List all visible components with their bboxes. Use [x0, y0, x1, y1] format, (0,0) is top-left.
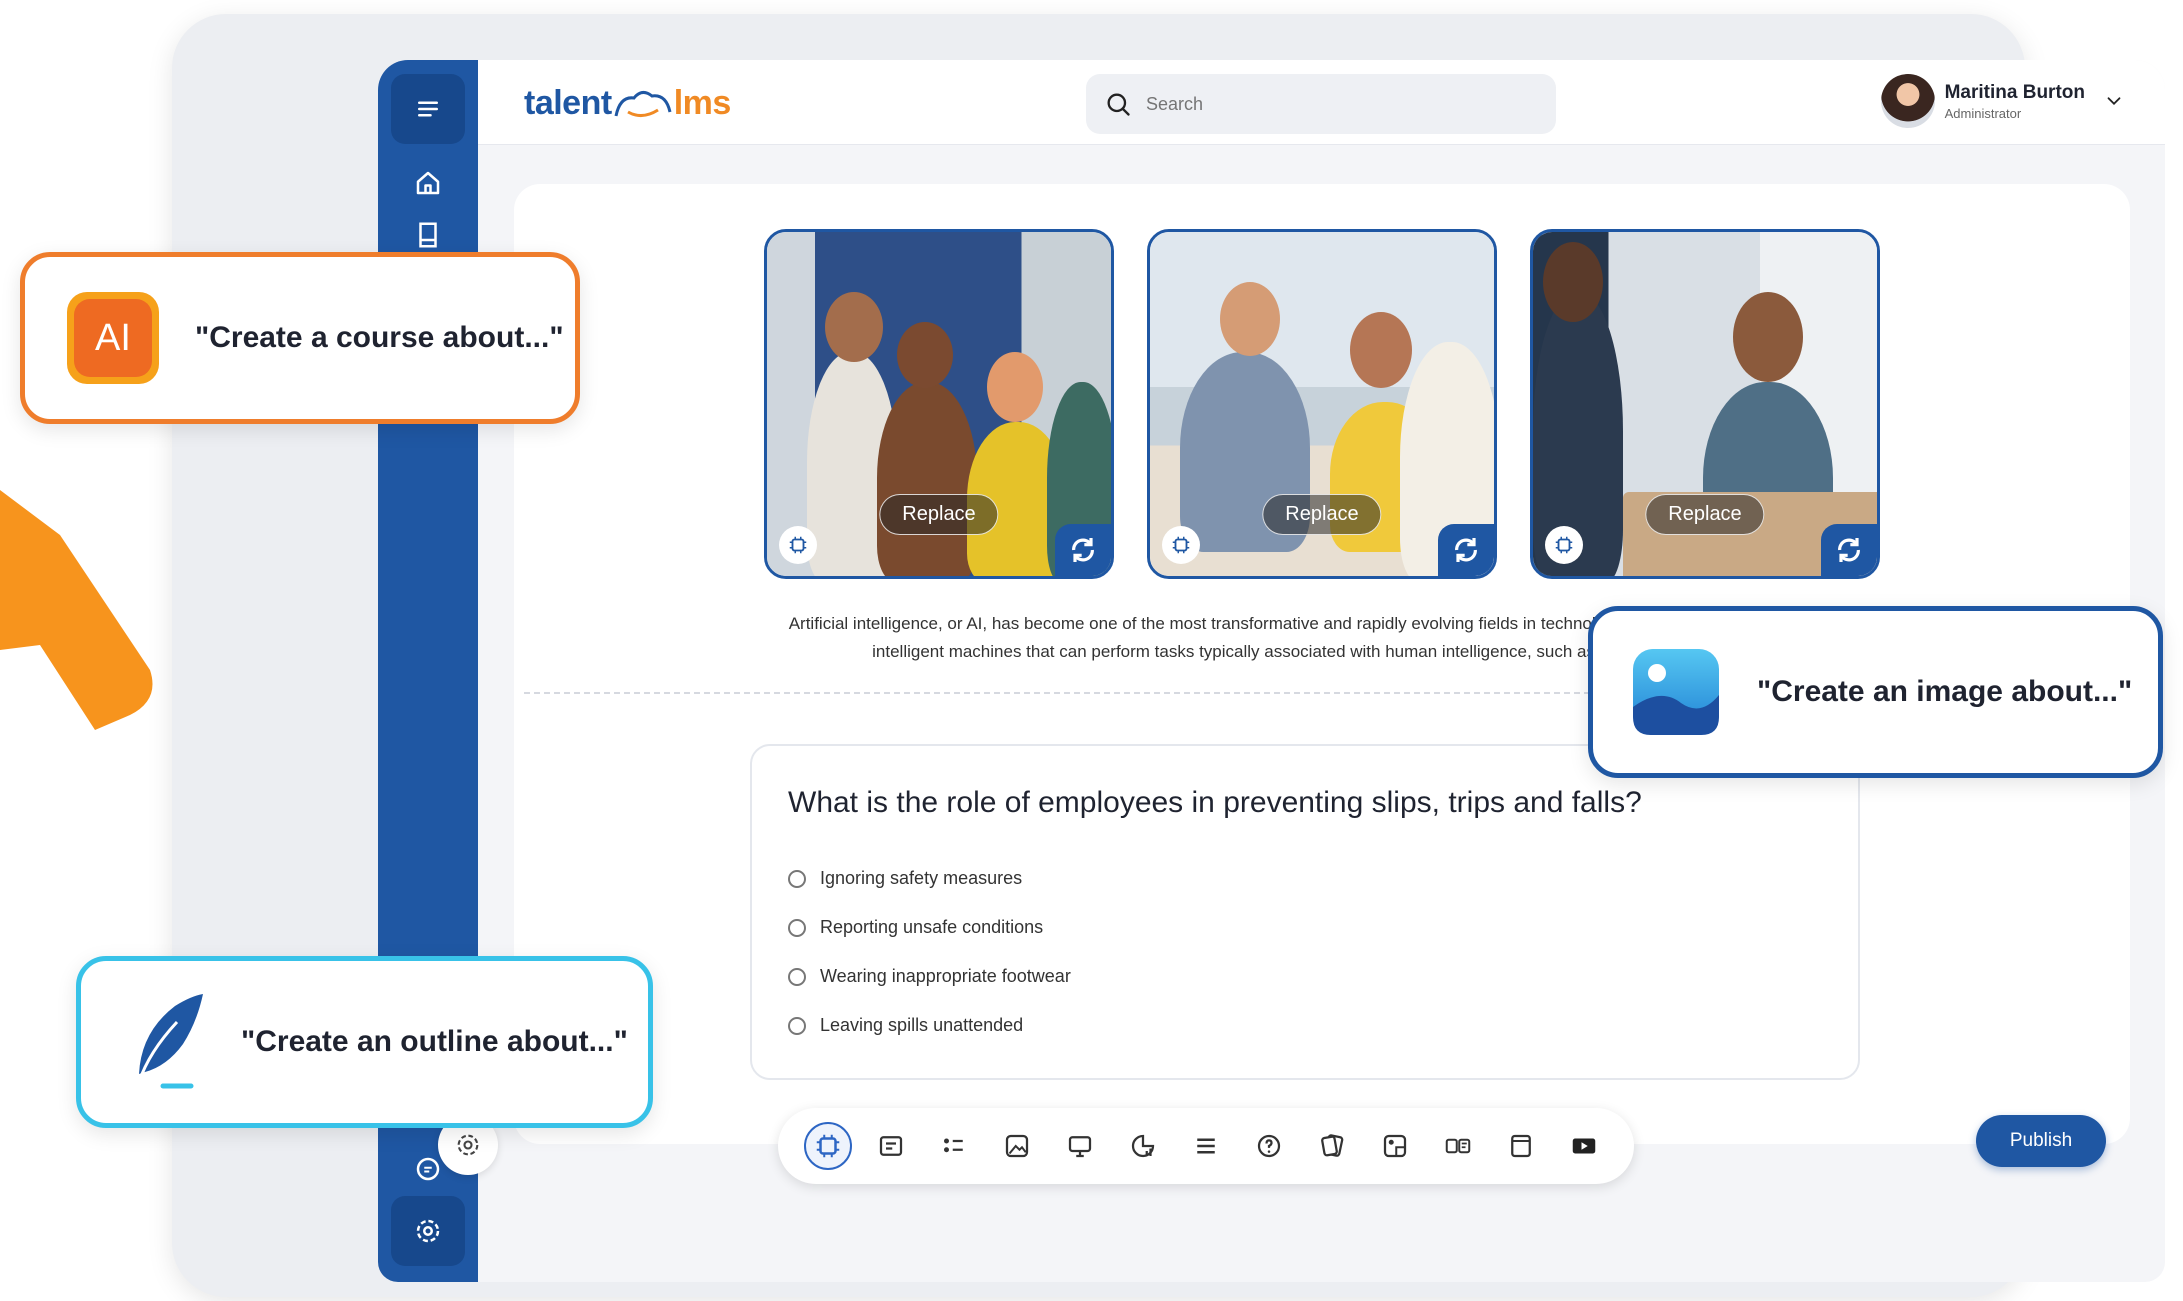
ai-chip-icon [789, 536, 807, 554]
tool-question-button[interactable] [1245, 1122, 1293, 1170]
toggle-icon [1445, 1138, 1471, 1154]
sidebar-item-settings[interactable] [391, 1196, 465, 1266]
publish-button[interactable]: Publish [1976, 1115, 2106, 1167]
chat-icon [416, 1157, 440, 1181]
settings-icon [416, 1219, 440, 1243]
decorative-arrow [0, 490, 153, 730]
tool-text-button[interactable] [867, 1122, 915, 1170]
gear-icon [457, 1134, 479, 1156]
content-block-toolbar [778, 1108, 1634, 1184]
answer-label: Wearing inappropriate footwear [820, 966, 1071, 986]
radio-button[interactable] [788, 1016, 806, 1035]
list-icon [943, 1138, 963, 1153]
book-icon [419, 222, 437, 248]
chart-icon [1131, 1134, 1154, 1158]
ai-chip-icon [816, 1134, 839, 1158]
page-icon [1511, 1134, 1532, 1158]
tool-embed-button[interactable] [1560, 1122, 1608, 1170]
question-icon [1257, 1134, 1281, 1158]
ai-badge-icon: AI [67, 292, 159, 384]
refresh-icon [1072, 538, 1094, 562]
lines-icon [1197, 1138, 1215, 1154]
tool-chart-button[interactable] [1119, 1122, 1167, 1170]
gallery-image-3[interactable]: Replace [1530, 229, 1880, 579]
replace-image-button[interactable]: Replace [1262, 494, 1382, 535]
tool-gallery-button[interactable] [1371, 1122, 1419, 1170]
user-menu[interactable]: Maritina Burton Administrator [1880, 74, 2125, 128]
radio-button[interactable] [788, 918, 806, 937]
tool-video-button[interactable] [1056, 1122, 1104, 1170]
tool-page-button[interactable] [1497, 1122, 1545, 1170]
logo-text-talent: talent [524, 84, 612, 122]
tool-lines-button[interactable] [1182, 1122, 1230, 1170]
callout-create-course: AI "Create a course about..." [20, 252, 580, 424]
callout-create-outline: "Create an outline about..." [76, 956, 653, 1128]
embed-icon [1573, 1138, 1596, 1154]
ai-badge-label: AI [74, 299, 152, 377]
answer-label: Reporting unsafe conditions [820, 917, 1044, 937]
video-icon [1068, 1136, 1091, 1158]
user-info: Maritina Burton Administrator [1945, 82, 2085, 121]
radio-button[interactable] [788, 869, 806, 888]
chevron-down-icon [2107, 97, 2121, 106]
gallery-icon [1383, 1134, 1407, 1158]
avatar [1880, 74, 1935, 128]
talentlms-logo[interactable]: talent lms [524, 84, 731, 123]
answer-label: Leaving spills unattended [820, 1015, 1024, 1035]
answer-option[interactable]: Leaving spills unattended [788, 1001, 1822, 1050]
ai-generated-badge [1545, 526, 1583, 564]
user-name: Maritina Burton [1944, 81, 2085, 103]
cards-icon [1321, 1134, 1344, 1157]
callout-text: "Create an image about..." [1757, 675, 2133, 708]
logo-cloud-icon [614, 90, 672, 117]
replace-image-button[interactable]: Replace [1645, 494, 1765, 535]
question-title: What is the role of employees in prevent… [788, 786, 1642, 819]
answer-option[interactable]: Reporting unsafe conditions [788, 903, 1822, 952]
question-block[interactable]: What is the role of employees in prevent… [750, 744, 1860, 1080]
search-input[interactable] [1146, 93, 1546, 115]
callout-text: "Create a course about..." [195, 321, 564, 354]
answer-option[interactable]: Wearing inappropriate footwear [788, 952, 1822, 1001]
replace-image-button[interactable]: Replace [879, 494, 999, 535]
home-icon [416, 171, 440, 195]
tool-toggle-button[interactable] [1434, 1122, 1482, 1170]
ai-generated-badge [1162, 526, 1200, 564]
menu-icon [418, 101, 438, 117]
tool-cards-button[interactable] [1308, 1122, 1356, 1170]
ai-generated-badge [779, 526, 817, 564]
user-role: Administrator [1944, 105, 2022, 121]
tool-list-button[interactable] [930, 1122, 978, 1170]
top-bar: talent lms Maritina Burton Administrator [478, 60, 2165, 145]
regenerate-image-button[interactable] [1055, 524, 1111, 576]
answer-label: Ignoring safety measures [820, 868, 1023, 888]
tool-image-button[interactable] [993, 1122, 1041, 1170]
image-icon [1005, 1134, 1028, 1158]
logo-text-lms: lms [673, 84, 732, 122]
refresh-icon [1838, 538, 1860, 562]
search-icon [1107, 93, 1130, 116]
search-bar[interactable] [1086, 74, 1556, 134]
gallery-image-2[interactable]: Replace [1147, 229, 1497, 579]
gallery-image-1[interactable]: Replace [764, 229, 1114, 579]
refresh-icon [1455, 538, 1477, 562]
sidebar-menu-button[interactable] [391, 74, 465, 144]
radio-button[interactable] [788, 967, 806, 986]
text-block-icon [879, 1136, 902, 1156]
regenerate-image-button[interactable] [1438, 524, 1494, 576]
callout-text: "Create an outline about..." [241, 1025, 628, 1058]
regenerate-image-button[interactable] [1821, 524, 1877, 576]
image-generation-icon [1633, 649, 1719, 735]
answer-option[interactable]: Ignoring safety measures [788, 854, 1822, 903]
feather-quill-icon [137, 994, 203, 1089]
image-gallery: Replace Replace Replace [764, 229, 1880, 579]
ai-chip-icon [1172, 536, 1190, 554]
callout-create-image: "Create an image about..." [1588, 606, 2163, 778]
tool-ai-button[interactable] [803, 1122, 852, 1170]
ai-chip-icon [1555, 536, 1573, 554]
